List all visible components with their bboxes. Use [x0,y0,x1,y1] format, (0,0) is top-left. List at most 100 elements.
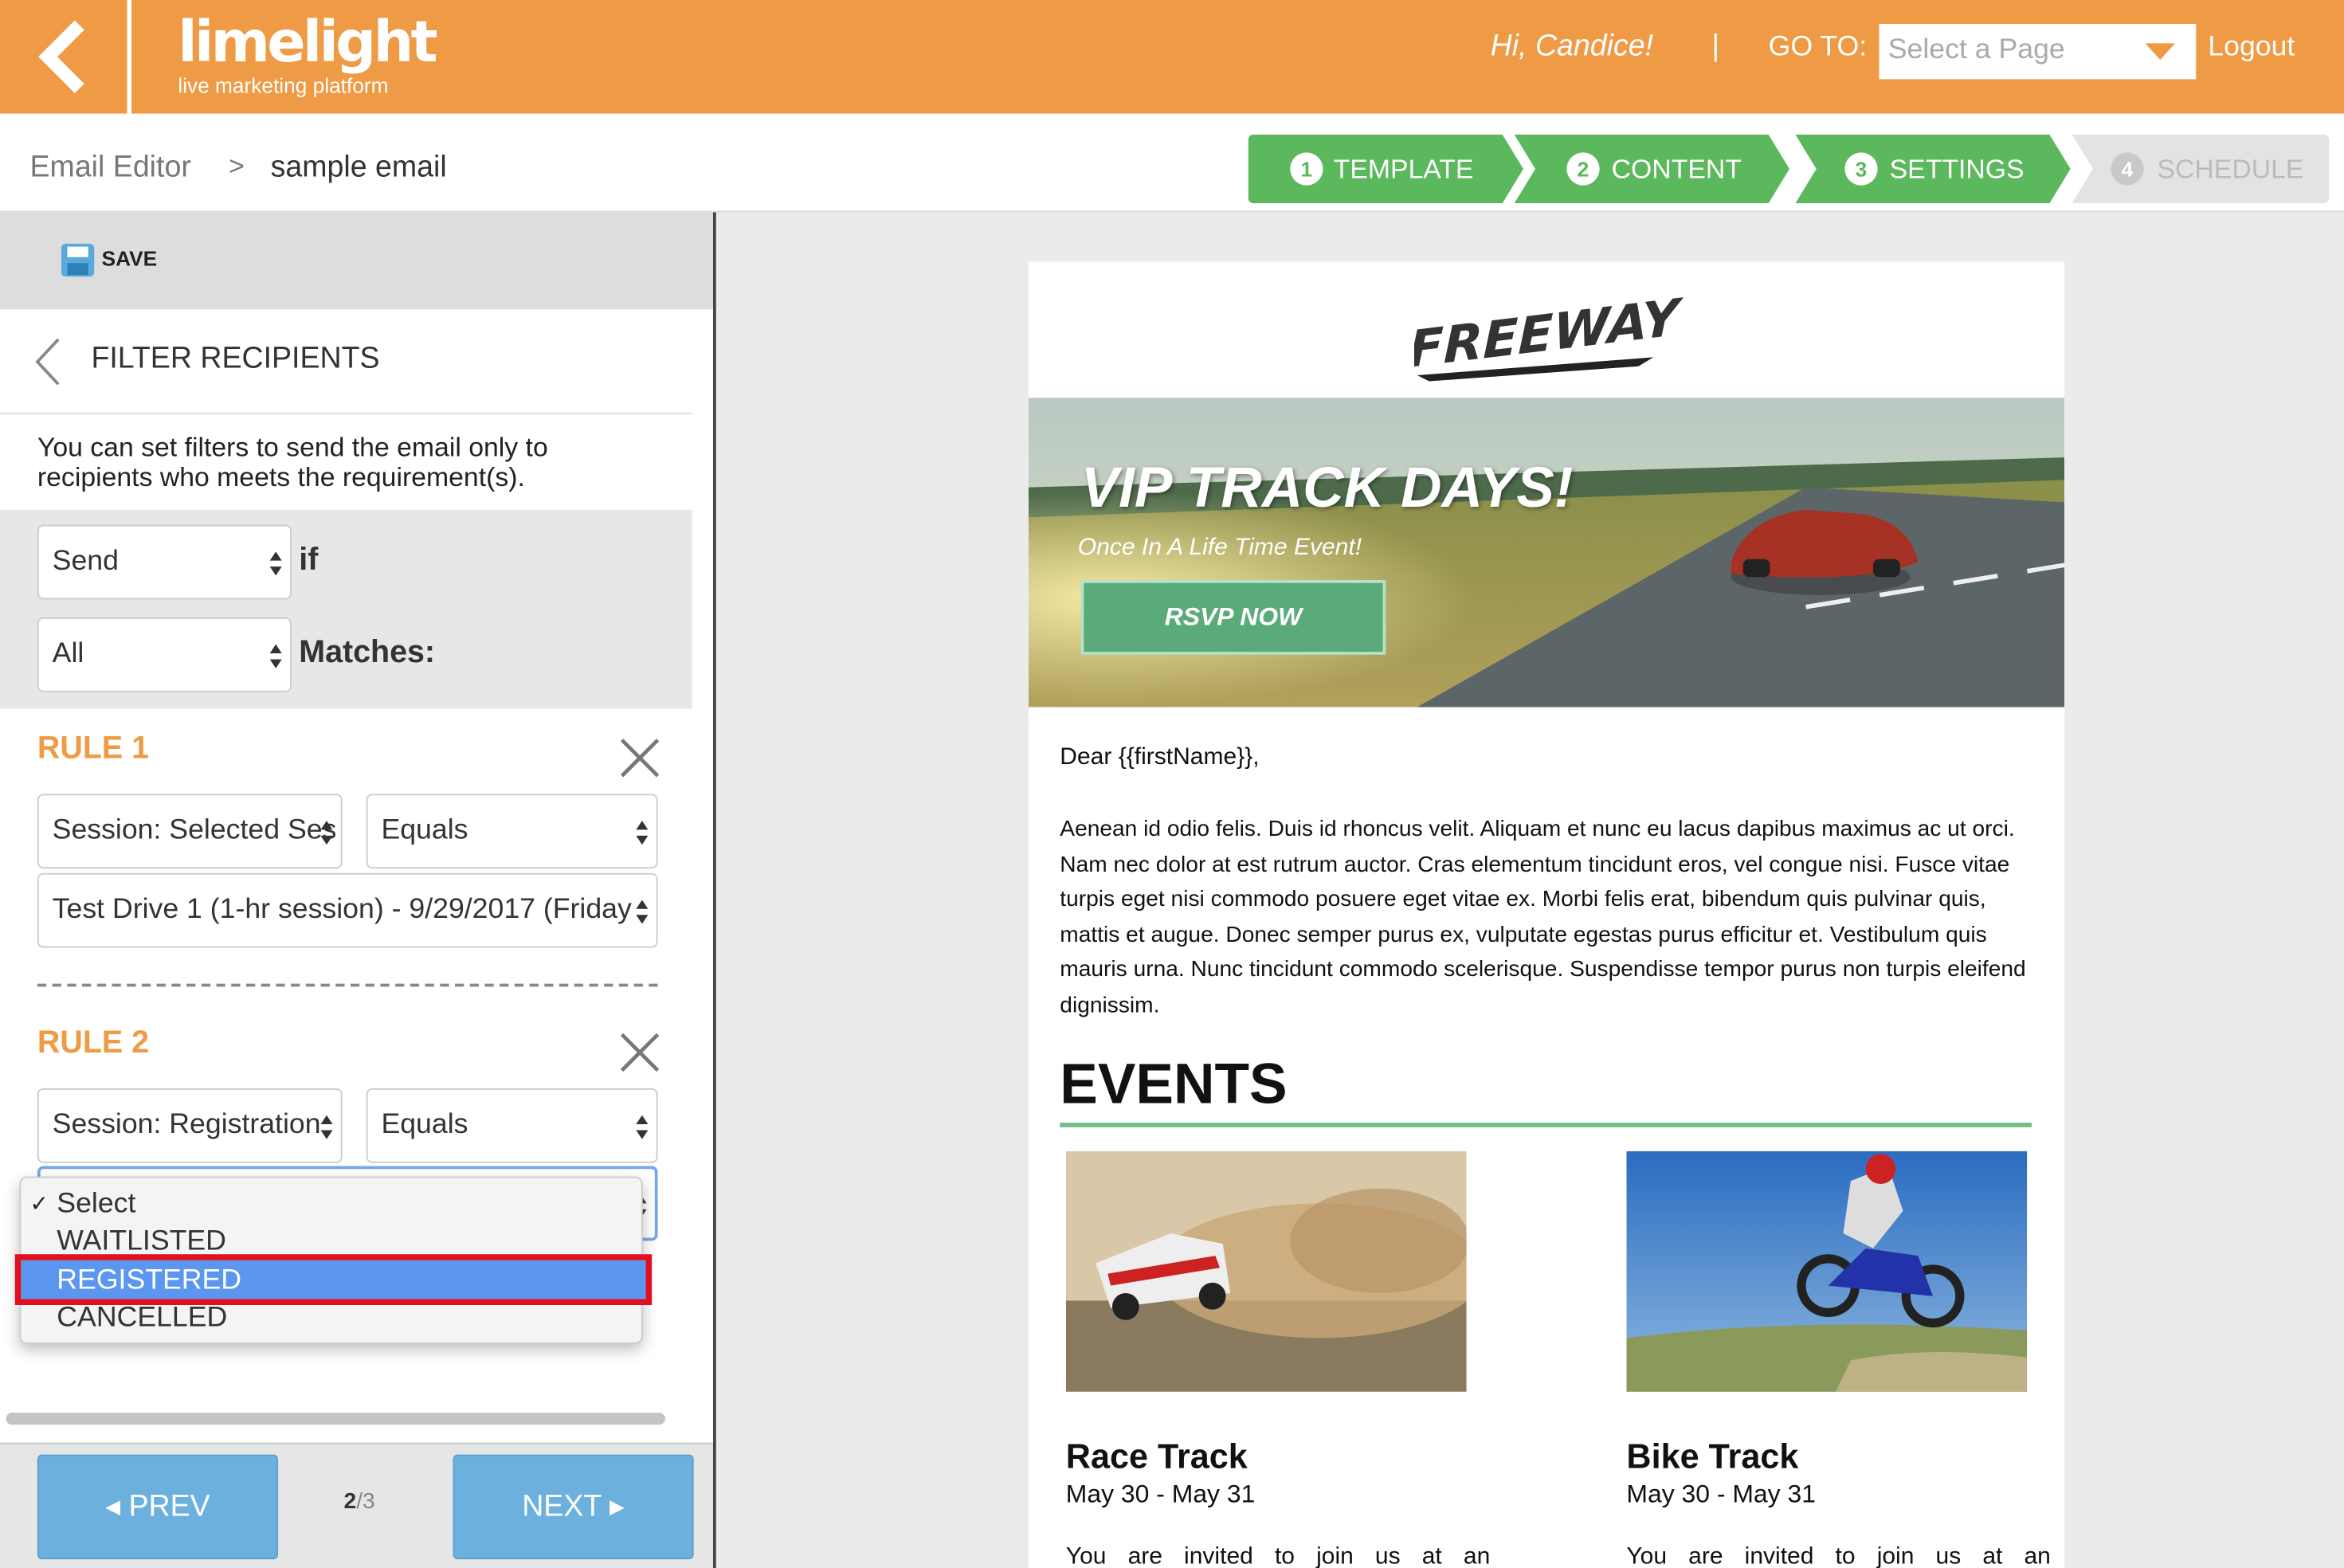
chevron-left-icon [38,20,84,94]
match-select-value: All [52,638,84,670]
step-settings[interactable]: 3 SETTINGS [1795,134,2072,204]
back-button[interactable] [0,0,126,114]
logout-link[interactable]: Logout [2208,31,2295,64]
prev-button[interactable]: ◂ PREV [37,1454,278,1559]
freeway-logo-graphic: FREEWAY [1408,288,1684,382]
step-number: 1 [1290,152,1323,186]
select-arrows-icon [636,900,649,924]
dropdown-option-cancelled[interactable]: CANCELLED [57,1302,227,1335]
match-settings: Send if All Matches: [0,509,692,709]
bike-track-image [1626,1151,2028,1392]
step-label: TEMPLATE [1333,154,1474,184]
event-date: May 30 - May 31 [1626,1480,1816,1509]
rule-1-field-value: Session: Selected Ses [52,814,337,846]
logo-wordmark: limelight [178,9,437,75]
hero-banner: VIP TRACK DAYS! Once In A Life Time Even… [1028,398,2065,708]
select-arrows-icon [320,821,333,845]
step-label: SCHEDULE [2157,154,2304,184]
step-number: 2 [1566,152,1600,186]
step-template[interactable]: 1 TEMPLATE [1248,134,1525,204]
rule-2-field-select[interactable]: Session: Registration [37,1088,343,1163]
select-arrows-icon [269,644,282,668]
event-name: Race Track [1065,1437,1248,1476]
breadcrumb-current: sample email [270,151,447,184]
if-label: if [299,543,319,578]
email-body: Aenean id odio felis. Duis id rhoncus ve… [1060,816,2026,1018]
filter-header: FILTER RECIPIENTS [0,309,692,414]
step-label: CONTENT [1611,154,1742,184]
event-name: Bike Track [1626,1437,1799,1476]
select-arrows-icon [269,551,282,576]
filter-title: FILTER RECIPIENTS [91,342,380,375]
rule-divider [37,983,658,987]
chevron-left-icon[interactable] [33,336,63,387]
matches-label: Matches: [299,635,436,670]
event-date: May 30 - May 31 [1065,1480,1256,1509]
save-label: SAVE [101,246,158,271]
breadcrumb-email-editor[interactable]: Email Editor [30,151,191,186]
page-total: 3 [363,1488,375,1515]
hero-subtitle: Once In A Life Time Event! [1077,535,1362,561]
rally-car-photo [1065,1151,1467,1392]
rule-1-operator-select[interactable]: Equals [366,794,658,869]
close-icon[interactable] [617,1030,662,1075]
email-preview: FREEWAY VIP TRACK DAYS! Once In A Life T… [1028,261,2065,1568]
goto-page-placeholder: Select a Page [1887,34,2065,66]
rule-2-value-dropdown: ✓ Select WAITLISTED REGISTERED CANCELLED [14,1176,653,1344]
motocross-photo [1626,1151,2028,1392]
match-select[interactable]: All [37,617,292,692]
header-divider [127,0,132,114]
rule-1-value: Test Drive 1 (1-hr session) - 9/29/2017 … [52,894,632,926]
dropdown-option-select[interactable]: Select [57,1189,135,1221]
breadcrumb-bar: Email Editor > sample email 1 TEMPLATE 2… [0,113,2344,213]
rule-1-title: RULE 1 [37,731,150,766]
step-label: SETTINGS [1889,154,2025,184]
step-number: 4 [2111,152,2144,186]
breadcrumb-separator: > [229,151,245,182]
checkmark-icon: ✓ [29,1191,49,1217]
send-select[interactable]: Send [37,524,292,600]
events-underline [1060,1123,2032,1127]
goto-page-select[interactable]: Select a Page [1879,24,2197,80]
caret-down-icon [2145,43,2176,61]
limelight-logo[interactable]: limelight live marketing platform [178,9,437,97]
rule-1-field-select[interactable]: Session: Selected Ses [37,794,343,869]
filter-panel: SAVE FILTER RECIPIENTS You can set filte… [0,212,716,1568]
select-arrows-icon [320,1115,333,1139]
panel-footer: ◂ PREV 2/3 NEXT ▸ [0,1442,713,1568]
page-separator: / [356,1488,363,1515]
step-number: 3 [1844,152,1878,186]
rule-1-value-select[interactable]: Test Drive 1 (1-hr session) - 9/29/2017 … [37,872,658,948]
rsvp-button[interactable]: RSVP NOW [1080,580,1386,655]
rule-2-operator-value: Equals [381,1109,468,1141]
horizontal-scrollbar[interactable] [6,1413,665,1425]
freeway-logo: FREEWAY [1408,280,1684,392]
step-content[interactable]: 2 CONTENT [1514,134,1791,204]
page-indicator: 2/3 [344,1489,375,1515]
filter-description: You can set filters to send the email on… [37,432,548,492]
page-current: 2 [343,1488,357,1515]
rule-2-title: RULE 2 [37,1025,150,1060]
rule-2-operator-select[interactable]: Equals [366,1088,658,1163]
goto-label: GO TO: [1768,31,1868,63]
app-root: limelight live marketing platform Hi, Ca… [0,0,2344,1568]
next-button[interactable]: NEXT ▸ [453,1454,694,1559]
event-description: You are invited to join us at an [1626,1544,2051,1568]
logo-tagline: live marketing platform [178,73,389,97]
user-greeting: Hi, Candice! [1490,29,1654,63]
close-icon[interactable] [617,735,662,780]
hero-title: VIP TRACK DAYS! [1080,457,1574,520]
event-description: You are invited to join us at an [1065,1544,1491,1568]
rule-1-operator-value: Equals [381,814,468,846]
header-separator: | [1711,29,1720,63]
events-heading: EVENTS [1060,1053,1288,1117]
rule-2-field-value: Session: Registration [52,1109,321,1141]
floppy-disk-icon [61,243,95,277]
select-arrows-icon [636,1115,649,1139]
save-button[interactable]: SAVE [60,242,157,278]
race-track-image [1065,1151,1467,1392]
top-header: limelight live marketing platform Hi, Ca… [0,0,2344,114]
salutation: Dear {{firstName}}, [1060,744,1260,770]
select-arrows-icon [636,821,649,845]
save-toolbar: SAVE [0,212,713,310]
